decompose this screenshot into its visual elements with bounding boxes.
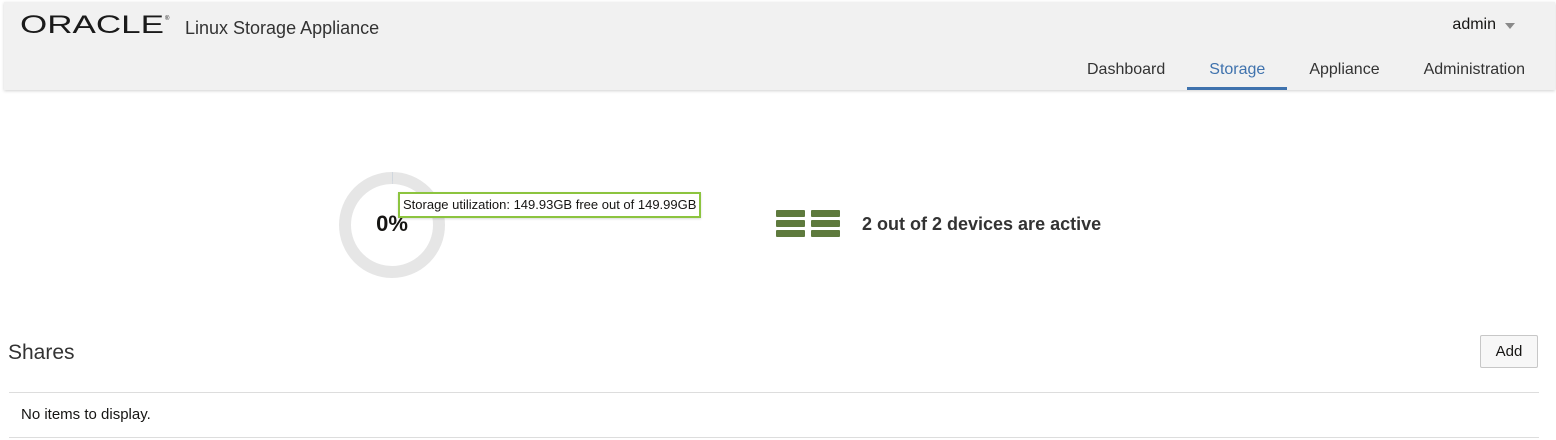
app-header: ORACLE ® Linux Storage Appliance admin D… bbox=[4, 2, 1555, 90]
oracle-logo-text: ORACLE bbox=[20, 13, 164, 35]
add-share-button[interactable]: Add bbox=[1480, 335, 1538, 368]
tab-administration[interactable]: Administration bbox=[1402, 50, 1547, 90]
tab-dashboard[interactable]: Dashboard bbox=[1065, 50, 1187, 90]
tab-storage[interactable]: Storage bbox=[1187, 50, 1288, 90]
app-title: Linux Storage Appliance bbox=[185, 18, 380, 38]
main-nav: Dashboard Storage Appliance Administrati… bbox=[1065, 50, 1547, 90]
tab-appliance[interactable]: Appliance bbox=[1287, 50, 1401, 90]
empty-table-message: No items to display. bbox=[21, 406, 151, 423]
storage-devices-icon bbox=[776, 210, 840, 237]
oracle-logo: ORACLE ® bbox=[20, 13, 170, 35]
user-name[interactable]: admin bbox=[1452, 16, 1496, 34]
storage-page: ORACLE ® Linux Storage Appliance admin D… bbox=[0, 0, 1556, 440]
svg-text:®: ® bbox=[165, 15, 170, 22]
shares-table: No items to display. bbox=[9, 392, 1539, 438]
utilization-tooltip: Storage utilization: 149.93GB free out o… bbox=[398, 192, 702, 218]
user-menu[interactable]: admin bbox=[1452, 16, 1515, 34]
devices-status: 2 out of 2 devices are active bbox=[862, 214, 1102, 234]
shares-heading: Shares bbox=[8, 341, 75, 364]
caret-down-icon[interactable] bbox=[1505, 23, 1515, 29]
